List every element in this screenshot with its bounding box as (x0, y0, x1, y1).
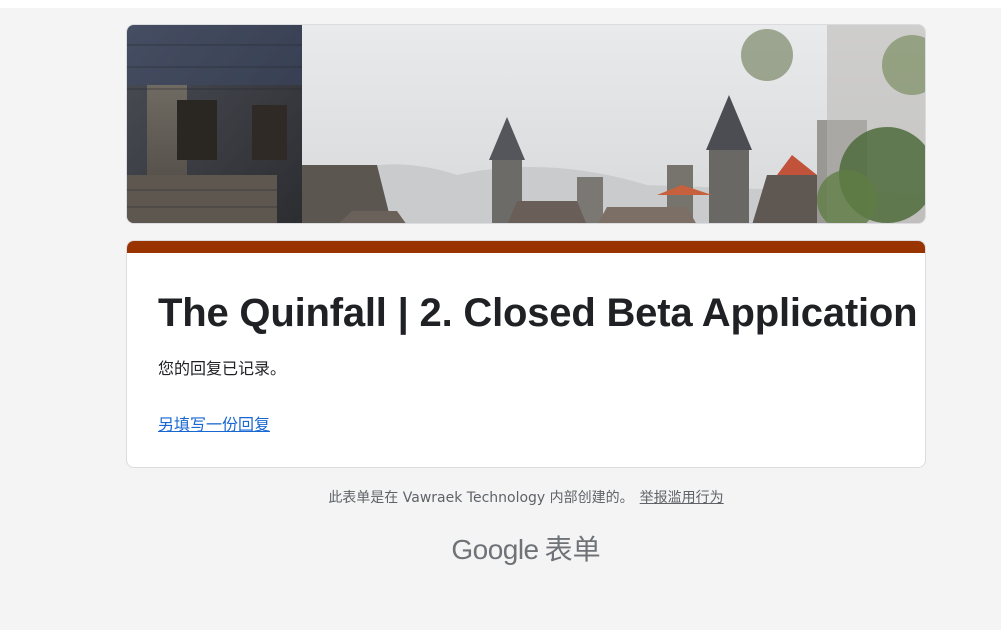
google-forms-logo[interactable]: Google 表单 (0, 532, 1001, 568)
forms-wordmark: 表单 (544, 533, 601, 566)
header-banner-image (126, 24, 926, 224)
castle-town-banner-image (127, 25, 925, 223)
form-title: The Quinfall | 2. Closed Beta Applicatio… (158, 291, 918, 335)
top-strip (0, 0, 1001, 8)
footer-note: 此表单是在 Vawraek Technology 内部创建的。 举报滥用行为 (0, 488, 1001, 508)
confirmation-message: 您的回复已记录。 (158, 359, 287, 378)
card-accent-bar (127, 241, 925, 253)
report-abuse-link[interactable]: 举报滥用行为 (640, 490, 724, 506)
google-wordmark: Google (451, 534, 539, 565)
submit-another-response-link[interactable]: 另填写一份回复 (158, 413, 270, 437)
created-by-text: 此表单是在 Vawraek Technology 内部创建的。 (328, 490, 634, 506)
response-confirmation-card: The Quinfall | 2. Closed Beta Applicatio… (126, 240, 926, 468)
